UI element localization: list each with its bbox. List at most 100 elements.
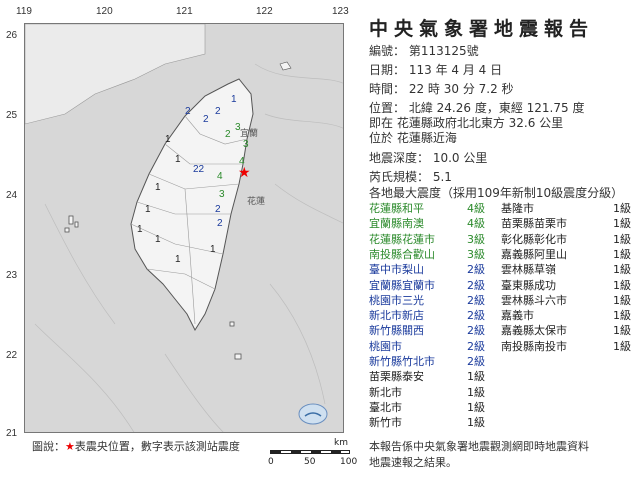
intensity-row-level: 2級: [467, 309, 485, 323]
intensity-row-place: 新北市新店: [369, 309, 424, 323]
footnote-2: 地震速報之結果。: [369, 456, 457, 469]
lat-tick: 22: [6, 350, 18, 361]
intensity-row-place: 花蓮縣花蓮市: [369, 232, 435, 246]
station-intensity: 3: [219, 189, 225, 200]
intensity-row-level: 1級: [613, 263, 631, 277]
report-position-area: 位於 花蓮縣近海: [369, 131, 457, 145]
intensity-row-level: 1級: [613, 324, 631, 338]
intensity-row-place: 嘉義市: [501, 309, 534, 323]
station-intensity: 1: [210, 244, 216, 255]
station-intensity: 2: [215, 204, 221, 215]
intensity-row-place: 雲林縣斗六市: [501, 293, 567, 307]
intensity-row-level: 1級: [613, 247, 631, 261]
station-intensity: 2: [203, 114, 209, 125]
epicenter-star: ★: [238, 165, 251, 181]
report-date: 日期： 113 年 4 月 4 日: [369, 63, 503, 77]
lon-tick: 120: [96, 6, 113, 17]
lat-tick: 23: [6, 270, 18, 281]
lon-tick: 122: [256, 6, 273, 17]
intensity-row-place: 嘉義縣太保市: [501, 324, 567, 338]
intensity-row-level: 1級: [467, 416, 485, 430]
report-panel: 中央氣象署地震報告 編號： 第113125號 日期： 113 年 4 月 4 日…: [353, 0, 640, 480]
intensity-row-place: 宜蘭縣南澳: [369, 217, 424, 231]
intensity-row-level: 2級: [467, 263, 485, 277]
report-magnitude: 芮氏規模： 5.1: [369, 170, 452, 184]
scale-tick: 50: [304, 457, 316, 467]
intensity-row-level: 1級: [467, 370, 485, 384]
station-intensity: 1: [145, 204, 151, 215]
intensity-row-place: 苗栗縣泰安: [369, 370, 424, 384]
station-intensity: 4: [217, 171, 223, 182]
intensity-row-place: 彰化縣彰化市: [501, 232, 567, 246]
lat-tick: 24: [6, 190, 18, 201]
station-intensity: 2: [217, 218, 223, 229]
intensity-row-level: 2級: [467, 355, 485, 368]
intensity-row-place: 桃園市: [369, 339, 402, 353]
intensity-row-level: 2級: [467, 278, 485, 292]
intensity-row-level: 1級: [467, 385, 485, 399]
station-intensity: 1: [155, 234, 161, 245]
map-legend: 圖說：★表震央位置，數字表示該測站震度: [32, 438, 240, 454]
intensity-row-level: 4級: [467, 202, 485, 215]
intensity-row-level: 1級: [613, 339, 631, 353]
intensity-row-place: 臺中市梨山: [369, 263, 424, 277]
station-intensity: 1: [175, 154, 181, 165]
intensity-row-level: 2級: [467, 339, 485, 353]
intensity-row-level: 2級: [467, 324, 485, 338]
intensity-row-place: 南投縣南投市: [501, 339, 567, 353]
intensity-row-level: 1級: [613, 309, 631, 323]
lat-tick: 21: [6, 428, 18, 439]
intensity-header: 各地最大震度（採用109年新制10級震度分級）: [369, 186, 624, 200]
intensity-row-level: 3級: [467, 232, 485, 246]
lon-tick: 119: [16, 6, 32, 17]
intensity-row-level: 1級: [613, 293, 631, 307]
scale-unit: km: [334, 438, 348, 448]
intensity-row-place: 臺北市: [369, 400, 402, 414]
intensity-row-place: 嘉義縣阿里山: [501, 247, 567, 261]
intensity-row-place: 新竹縣關西: [369, 324, 424, 338]
intensity-row-level: 1級: [613, 232, 631, 246]
lon-tick: 123: [332, 6, 349, 17]
report-time: 時間： 22 時 30 分 7.2 秒: [369, 82, 514, 96]
intensity-row-place: 新北市: [369, 385, 402, 399]
intensity-row-place: 新竹縣竹北市: [369, 355, 435, 368]
report-number: 編號： 第113125號: [369, 44, 479, 58]
cwa-logo: [298, 403, 328, 425]
report-depth: 地震深度： 10.0 公里: [369, 151, 488, 165]
intensity-row-place: 南投縣合歡山: [369, 247, 435, 261]
intensity-row-place: 臺東縣成功: [501, 278, 556, 292]
station-intensity: 2: [215, 106, 221, 117]
epicenter-map: ★ 2 2 2 1 3 2 3 4 4 22 1 1 3 2 2 1 1 1 1…: [24, 23, 344, 433]
intensity-row-level: 1級: [467, 400, 485, 414]
intensity-row-place: 雲林縣草嶺: [501, 263, 556, 277]
station-intensity: 4: [239, 156, 245, 167]
station-intensity: 1: [155, 182, 161, 193]
station-intensity: 1: [165, 134, 171, 145]
lon-tick: 121: [176, 6, 193, 17]
station-intensity: 22: [193, 164, 205, 175]
intensity-row-level: 3級: [467, 247, 485, 261]
scale-bar: km 0 50 100: [268, 438, 357, 468]
station-intensity: 1: [231, 94, 237, 105]
intensity-row-level: 1級: [613, 278, 631, 292]
intensity-row-place: 桃園市三光: [369, 293, 424, 307]
station-intensity: 1: [137, 224, 143, 235]
star-icon: ★: [65, 440, 75, 453]
report-title: 中央氣象署地震報告: [369, 18, 595, 40]
scale-tick: 0: [268, 457, 274, 467]
station-intensity: 2: [225, 129, 231, 140]
station-intensity: 2: [185, 106, 191, 117]
lat-tick: 26: [6, 30, 18, 41]
taiwan-map-svg: ★: [25, 24, 343, 432]
legend-prefix: 圖說：: [32, 440, 65, 453]
intensity-row-place: 新竹市: [369, 416, 402, 430]
intensity-row-level: 4級: [467, 217, 485, 231]
intensity-row-place: 苗栗縣苗栗市: [501, 217, 567, 231]
intensity-row-level: 1級: [613, 202, 631, 215]
legend-text: 表震央位置，數字表示該測站震度: [74, 440, 240, 453]
intensity-row-place: 宜蘭縣宜蘭市: [369, 278, 435, 292]
intensity-row-level: 1級: [613, 217, 631, 231]
footnote-1: 本報告係中央氣象署地震觀測網即時地震資料: [369, 440, 589, 453]
intensity-row-level: 2級: [467, 293, 485, 307]
intensity-row-place: 基隆市: [501, 202, 534, 215]
